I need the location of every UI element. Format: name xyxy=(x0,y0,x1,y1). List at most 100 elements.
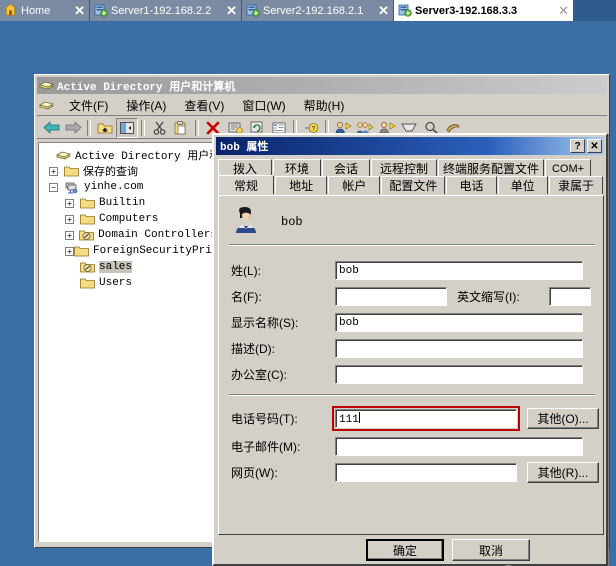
user-name-text: bob xyxy=(281,214,303,229)
display-name-input[interactable]: bob xyxy=(335,312,583,332)
menu-item-window[interactable]: 窗口(W) xyxy=(233,95,294,116)
close-button[interactable]: ✕ xyxy=(587,139,602,153)
menu-item-action[interactable]: 操作(A) xyxy=(117,95,175,116)
email-input[interactable] xyxy=(335,436,583,456)
tree-node-label: Domain Controllers xyxy=(98,229,217,241)
browser-tab-label: Server3-192.168.3.3 xyxy=(415,4,518,17)
tree-node-computers[interactable]: + Computers xyxy=(43,211,217,227)
tree-node-label: 保存的查询 xyxy=(83,167,138,179)
tree-node-yinhe-com[interactable]: − yinhe.com xyxy=(43,179,217,195)
screen: Home ✕ Server1-192.168.2.2 ✕ Server2-192… xyxy=(0,0,616,566)
tab-ts-profile[interactable]: 终端服务配置文件 xyxy=(438,159,544,177)
desktop-background: Active Directory 用户和计算机 文件(F) 操作(A) 查看(V… xyxy=(0,21,616,566)
books-icon xyxy=(39,79,54,92)
tree-node-saved-queries[interactable]: + 保存的查询 xyxy=(43,163,217,179)
description-input[interactable] xyxy=(335,338,583,358)
menu-item-view[interactable]: 查看(V) xyxy=(175,95,233,116)
tab-environment[interactable]: 环境 xyxy=(273,159,321,177)
telephone-other-button[interactable]: 其他(O)... xyxy=(527,407,599,429)
field-row-email: 电子邮件(M): xyxy=(231,436,603,456)
office-input[interactable] xyxy=(335,364,583,384)
display-name-label: 显示名称(S): xyxy=(231,315,299,330)
tab-member-of[interactable]: 隶属于 xyxy=(548,176,604,194)
browser-tab-server1[interactable]: Server1-192.168.2.2 ✕ xyxy=(90,0,242,21)
tree-expander[interactable]: + xyxy=(65,198,74,208)
email-label: 电子邮件(M): xyxy=(231,439,301,454)
browser-tab-server2[interactable]: Server2-192.168.2.1 ✕ xyxy=(242,0,394,21)
tree-node-root[interactable]: Active Directory 用户和计算 xyxy=(43,147,217,163)
dialog-tab-row-1: 拨入 环境 会话 远程控制 终端服务配置文件 COM+ xyxy=(218,159,604,177)
menu-item-help[interactable]: 帮助(H) xyxy=(295,95,354,116)
server-icon xyxy=(246,4,260,18)
dialog-footer: 确定 取消 xyxy=(218,539,604,563)
console-tree-pane[interactable]: Active Directory 用户和计算 + 保存的查询 xyxy=(38,142,218,542)
domain-icon xyxy=(64,181,80,194)
tab-remote-control[interactable]: 远程控制 xyxy=(371,159,437,177)
tab-label: 帐户 xyxy=(342,179,367,193)
folder-icon xyxy=(74,245,89,257)
tree-node-users[interactable]: Users xyxy=(43,275,217,291)
dialog-tab-strip: 拨入 环境 会话 远程控制 终端服务配置文件 COM+ 常规 地址 帐户 配置文… xyxy=(218,159,604,194)
tree-expander[interactable]: + xyxy=(65,214,74,224)
mmc-title-bar: Active Directory 用户和计算机 xyxy=(37,77,607,94)
tree-expander[interactable]: + xyxy=(65,230,74,240)
tree-node-foreign-security-principals[interactable]: + ForeignSecurityPrin xyxy=(43,243,217,259)
tab-strip-filler xyxy=(574,0,616,21)
tree-node-label: ForeignSecurityPrin xyxy=(93,245,218,257)
tree-node-domain-controllers[interactable]: + Domain Controllers xyxy=(43,227,217,243)
tab-close-icon[interactable]: ✕ xyxy=(70,4,85,17)
tree-node-builtin[interactable]: + Builtin xyxy=(43,195,217,211)
tree-expander[interactable]: + xyxy=(65,246,74,256)
web-page-other-button[interactable]: 其他(R)... xyxy=(527,461,599,483)
ou-icon xyxy=(79,229,95,241)
tab-label: COM+ xyxy=(551,162,585,175)
telephone-input-value: 111 xyxy=(339,413,359,426)
forward-icon[interactable] xyxy=(62,118,84,138)
paste-icon[interactable] xyxy=(170,118,192,138)
description-label: 描述(D): xyxy=(231,341,275,356)
tab-close-icon[interactable]: ✕ xyxy=(374,4,389,17)
ou-icon xyxy=(80,261,95,273)
first-name-input[interactable] xyxy=(335,286,447,306)
tab-label: 隶属于 xyxy=(557,179,594,193)
tab-close-icon[interactable]: ✕ xyxy=(554,4,569,17)
last-name-input[interactable]: bob xyxy=(335,260,583,280)
field-row-first-name: 名(F): 英文缩写(I): xyxy=(231,286,593,306)
tab-general[interactable]: 常规 xyxy=(218,175,274,194)
tab-organization[interactable]: 单位 xyxy=(497,176,548,194)
initials-input[interactable] xyxy=(549,286,591,306)
tree-expander[interactable]: + xyxy=(49,166,58,176)
telephone-input[interactable]: 111 xyxy=(332,405,520,431)
up-one-level-icon[interactable] xyxy=(94,118,116,138)
tab-label: 常规 xyxy=(233,178,258,193)
web-page-input[interactable] xyxy=(335,462,517,482)
tab-label: 终端服务配置文件 xyxy=(443,162,540,176)
back-icon[interactable] xyxy=(40,118,62,138)
tab-com-plus[interactable]: COM+ xyxy=(545,159,591,177)
tree-expander[interactable]: − xyxy=(49,182,58,192)
server-icon xyxy=(94,4,108,18)
help-button[interactable]: ? xyxy=(570,139,585,153)
browser-tab-server3[interactable]: Server3-192.168.3.3 ✕ xyxy=(394,0,574,21)
user-header: bob xyxy=(233,206,303,237)
tab-account[interactable]: 帐户 xyxy=(328,176,381,194)
browser-tab-home[interactable]: Home ✕ xyxy=(0,0,90,21)
browser-tab-label: Server1-192.168.2.2 xyxy=(111,4,212,17)
tab-profile[interactable]: 配置文件 xyxy=(381,176,446,194)
books-icon xyxy=(39,99,54,112)
tab-close-icon[interactable]: ✕ xyxy=(222,4,237,17)
cancel-button[interactable]: 取消 xyxy=(452,539,530,561)
cut-icon[interactable] xyxy=(148,118,170,138)
tab-sessions[interactable]: 会话 xyxy=(322,159,370,177)
folder-icon xyxy=(64,165,79,177)
user-icon xyxy=(233,206,259,237)
show-tree-icon[interactable] xyxy=(116,117,138,138)
tab-address[interactable]: 地址 xyxy=(274,176,328,194)
ok-button[interactable]: 确定 xyxy=(366,539,444,561)
tab-telephones[interactable]: 电话 xyxy=(446,176,497,194)
field-row-web-page: 网页(W): 其他(R)... xyxy=(231,461,603,483)
menu-item-file[interactable]: 文件(F) xyxy=(60,95,117,116)
browser-tab-label: Server2-192.168.2.1 xyxy=(263,4,364,17)
tree-node-sales[interactable]: sales xyxy=(43,259,217,275)
tree-node-label: yinhe.com xyxy=(84,181,144,193)
